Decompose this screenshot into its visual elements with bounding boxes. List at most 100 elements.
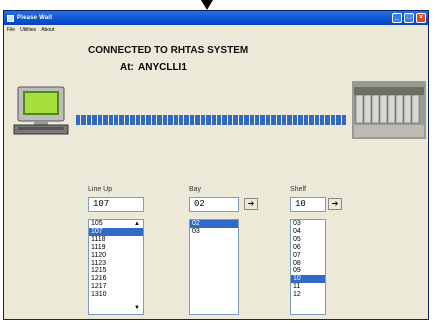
progress-segment: [195, 115, 200, 125]
pointer-arrow: [201, 0, 213, 10]
bay-value-field[interactable]: 02: [189, 197, 239, 212]
lineup-list-item[interactable]: 1123: [89, 260, 143, 268]
progress-segment: [216, 115, 222, 125]
scroll-up-icon[interactable]: ▲: [134, 221, 140, 229]
progress-segment: [309, 115, 314, 125]
progress-segment: [157, 115, 162, 125]
progress-segment: [146, 115, 151, 125]
maximize-button[interactable]: □: [404, 13, 414, 23]
progress-segment: [244, 115, 249, 125]
bay-listbox[interactable]: 02 03: [189, 219, 239, 315]
progress-segment: [303, 115, 309, 125]
computer-terminal-icon: [13, 86, 69, 135]
shelf-list-item[interactable]: 12: [291, 291, 325, 299]
shelf-list-item[interactable]: 10: [291, 275, 325, 284]
connection-progress-bar: [76, 115, 347, 125]
scroll-down-icon[interactable]: ▼: [134, 305, 140, 313]
shelf-list-item[interactable]: 03: [291, 220, 325, 228]
shelf-go-button[interactable]: ➔: [328, 198, 342, 210]
shelf-listbox[interactable]: 03 04 05 06 07 08 09 10 11 12: [290, 219, 326, 315]
shelf-list-item[interactable]: 11: [291, 283, 325, 291]
shelf-list-item[interactable]: 04: [291, 228, 325, 236]
progress-segment: [81, 115, 86, 125]
progress-segment: [233, 115, 238, 125]
progress-segment: [292, 115, 298, 125]
app-icon: [7, 14, 14, 22]
lineup-value-field[interactable]: 107: [88, 197, 144, 212]
lineup-list-item[interactable]: 1120: [89, 252, 143, 260]
progress-segment: [211, 115, 216, 125]
progress-segment: [287, 115, 292, 125]
shelf-list-item[interactable]: 05: [291, 236, 325, 244]
progress-segment: [179, 115, 184, 125]
progress-segment: [330, 115, 336, 125]
progress-segment: [325, 115, 330, 125]
progress-segment: [189, 115, 195, 125]
lineup-list-item[interactable]: 107: [89, 227, 143, 236]
progress-segment: [314, 115, 319, 125]
progress-segment: [282, 115, 287, 125]
progress-segment: [162, 115, 168, 125]
lineup-list-item[interactable]: 1217: [89, 283, 143, 291]
progress-segment: [254, 115, 260, 125]
progress-segment: [200, 115, 206, 125]
lineup-list-item[interactable]: 1310: [89, 291, 143, 299]
menu-file[interactable]: File: [7, 27, 15, 33]
lineup-list-item[interactable]: 1119: [89, 244, 143, 252]
progress-segment: [151, 115, 157, 125]
shelf-list-item[interactable]: 07: [291, 252, 325, 260]
progress-segment: [103, 115, 108, 125]
minimize-button[interactable]: _: [392, 13, 402, 23]
shelf-list-item[interactable]: 08: [291, 260, 325, 268]
shelf-list-item[interactable]: 06: [291, 244, 325, 252]
progress-segment: [130, 115, 135, 125]
progress-segment: [184, 115, 189, 125]
progress-segment: [141, 115, 146, 125]
close-button[interactable]: ×: [416, 13, 426, 23]
menu-utilities[interactable]: Utilities: [20, 27, 36, 33]
progress-segment: [271, 115, 276, 125]
progress-segment: [113, 115, 119, 125]
progress-segment: [108, 115, 113, 125]
shelf-list-item[interactable]: 09: [291, 267, 325, 275]
progress-segment: [319, 115, 325, 125]
progress-segment: [173, 115, 179, 125]
progress-segment: [97, 115, 103, 125]
lineup-list-item[interactable]: 1215: [89, 267, 143, 275]
bay-list-item[interactable]: 03: [190, 228, 238, 236]
lineup-list-item[interactable]: 1216: [89, 275, 143, 283]
progress-segment: [265, 115, 271, 125]
progress-segment: [206, 115, 211, 125]
shelf-value-field[interactable]: 10: [290, 197, 326, 212]
progress-segment: [249, 115, 254, 125]
progress-segment: [336, 115, 341, 125]
lineup-listbox[interactable]: 105 107 1118 1119 1120 1123 1215 1216 1217 1310 ▲ ▼: [88, 219, 144, 315]
progress-segment: [124, 115, 130, 125]
at-label: At:: [120, 62, 134, 73]
telecom-rack-icon: [352, 81, 426, 139]
bay-list-item[interactable]: 02: [190, 220, 238, 228]
progress-segment: [222, 115, 227, 125]
location-value: ANYCLLI1: [138, 62, 187, 73]
progress-segment: [227, 115, 233, 125]
menu-bar: File Utilities About: [4, 25, 428, 34]
progress-segment: [341, 115, 347, 125]
progress-segment: [135, 115, 141, 125]
shelf-label: Shelf: [290, 186, 306, 193]
progress-segment: [76, 115, 81, 125]
main-content: CONNECTED TO RHTAS SYSTEM At: ANYCLLI1 L…: [4, 35, 428, 319]
bay-go-button[interactable]: ➔: [244, 198, 258, 210]
progress-segment: [119, 115, 124, 125]
lineup-label: Line Up: [88, 186, 113, 193]
progress-segment: [238, 115, 244, 125]
connection-heading: CONNECTED TO RHTAS SYSTEM: [88, 45, 249, 56]
progress-segment: [276, 115, 282, 125]
lineup-list-item[interactable]: 1118: [89, 236, 143, 244]
bay-label: Bay: [189, 186, 202, 193]
progress-segment: [298, 115, 303, 125]
window-title: Please Wait: [17, 15, 53, 21]
menu-about[interactable]: About: [41, 27, 54, 33]
progress-segment: [168, 115, 173, 125]
app-window: Please Wait _ □ × File Utilities About C…: [3, 10, 429, 320]
title-bar: Please Wait _ □ ×: [4, 11, 428, 25]
